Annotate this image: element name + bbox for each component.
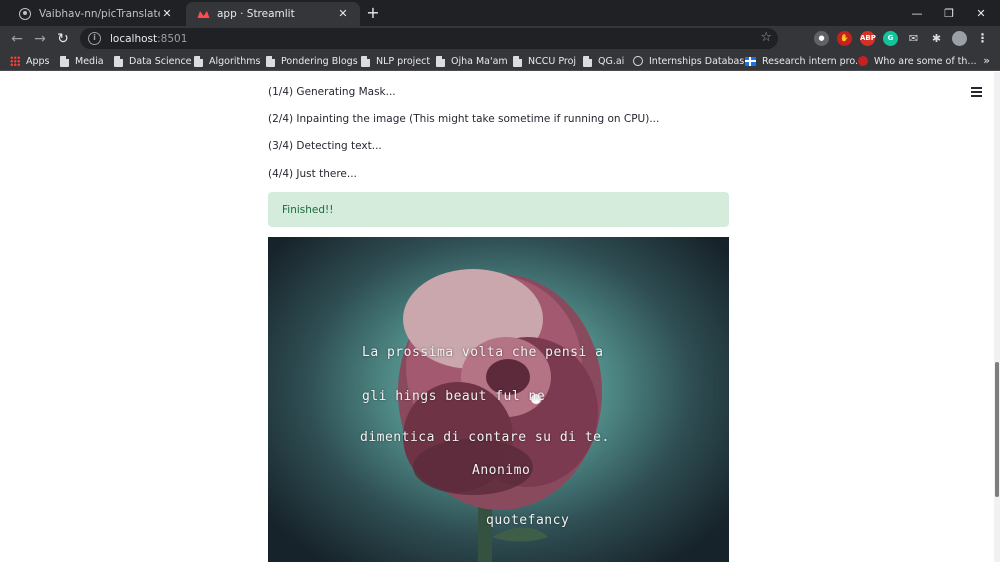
page-icon [513,55,522,67]
status-step-3: (3/4) Detecting text... [268,140,382,152]
mail-icon[interactable]: ✉ [906,31,921,46]
close-icon[interactable]: ✕ [336,7,350,21]
flag-icon [745,56,756,66]
bookmark-nlp-project[interactable]: NLP project [361,54,430,68]
bookmark-qg-ai[interactable]: QG.ai [583,54,624,68]
page-icon [266,55,275,67]
tab-strip: Vaibhav-nn/picTranslate: An AI t ✕ app ·… [0,0,1000,26]
extension-icon[interactable]: ● [814,31,829,46]
extension-icon[interactable]: ✋ [837,31,852,46]
bookmark-pondering-blogs[interactable]: Pondering Blogs [266,54,358,68]
globe-icon [633,56,643,66]
tab-title: Vaibhav-nn/picTranslate: An AI t [39,8,160,20]
status-step-2: (2/4) Inpainting the image (This might t… [268,113,660,125]
streamlit-icon [196,7,210,21]
minimize-button[interactable]: — [902,0,932,26]
url-port: :8501 [157,32,188,45]
bookmark-internships-database[interactable]: Internships Databas... [633,54,753,68]
scrollbar-thumb[interactable] [995,362,999,497]
quora-icon [858,56,868,66]
image-text-line-2: gli hings beaut ful ne [362,389,546,404]
maximize-button[interactable]: ❐ [934,0,964,26]
translated-image: La prossima volta che pensi a gli hings … [268,237,729,562]
adblock-icon[interactable]: ABP [860,31,876,46]
page-icon [361,55,370,67]
info-icon[interactable]: i [88,32,101,45]
image-text-credit: quotefancy [486,513,570,528]
status-step-1: (1/4) Generating Mask... [268,86,396,98]
forward-icon[interactable]: → [31,30,49,48]
page-icon [583,55,592,67]
bookmark-apps[interactable]: Apps [10,54,50,68]
success-message: Finished!! [282,203,334,216]
image-text-line-1: La prossima volta che pensi a [362,345,604,360]
avatar[interactable] [952,31,967,46]
browser-toolbar: ← → ↻ i localhost:8501 ☆ ● ✋ ABP G ✉ ✱ ⋮ [0,26,1000,51]
bookmark-research-intern[interactable]: Research intern pro... [745,54,864,68]
close-icon[interactable]: ✕ [160,7,174,21]
image-text-author: Anonimo [472,463,531,478]
bookmark-media[interactable]: Media [60,54,104,68]
page-scrollbar[interactable] [994,72,1000,562]
status-step-4: (4/4) Just there... [268,168,357,180]
bookmark-algorithms[interactable]: Algorithms [194,54,260,68]
back-icon[interactable]: ← [8,30,26,48]
tab-title: app · Streamlit [217,8,295,20]
github-icon [18,7,32,21]
bookmark-data-science[interactable]: Data Science [114,54,192,68]
page-icon [436,55,445,67]
address-bar[interactable]: i localhost:8501 ☆ [80,28,778,49]
bookmark-ojha-maam[interactable]: Ojha Ma'am [436,54,508,68]
bookmark-quora[interactable]: Who are some of th... [858,54,977,68]
tab-streamlit[interactable]: app · Streamlit ✕ [186,2,360,26]
page-icon [194,55,203,67]
hamburger-menu-icon[interactable] [971,87,982,97]
image-text-line-3: dimentica di contare su di te. [360,430,610,445]
page-icon [60,55,69,67]
bookmarks-bar: Apps Media Data Science Algorithms Ponde… [0,51,1000,71]
url-host: localhost [110,32,158,45]
close-window-button[interactable]: ✕ [966,0,996,26]
streamlit-page: (1/4) Generating Mask... (2/4) Inpaintin… [0,72,1000,562]
bookmark-star-icon[interactable]: ☆ [760,30,772,45]
puzzle-icon[interactable]: ✱ [929,31,944,46]
tab-github[interactable]: Vaibhav-nn/picTranslate: An AI t ✕ [8,2,184,26]
apps-grid-icon [10,56,20,66]
grammarly-icon[interactable]: G [883,31,898,46]
bookmark-nccu-proj[interactable]: NCCU Proj [513,54,576,68]
reload-icon[interactable]: ↻ [54,30,72,48]
page-icon [114,55,123,67]
menu-kebab-icon[interactable]: ⋮ [975,31,990,46]
success-alert: Finished!! [268,192,729,227]
more-bookmarks-button[interactable]: » [983,54,990,67]
new-tab-button[interactable]: + [364,4,382,22]
